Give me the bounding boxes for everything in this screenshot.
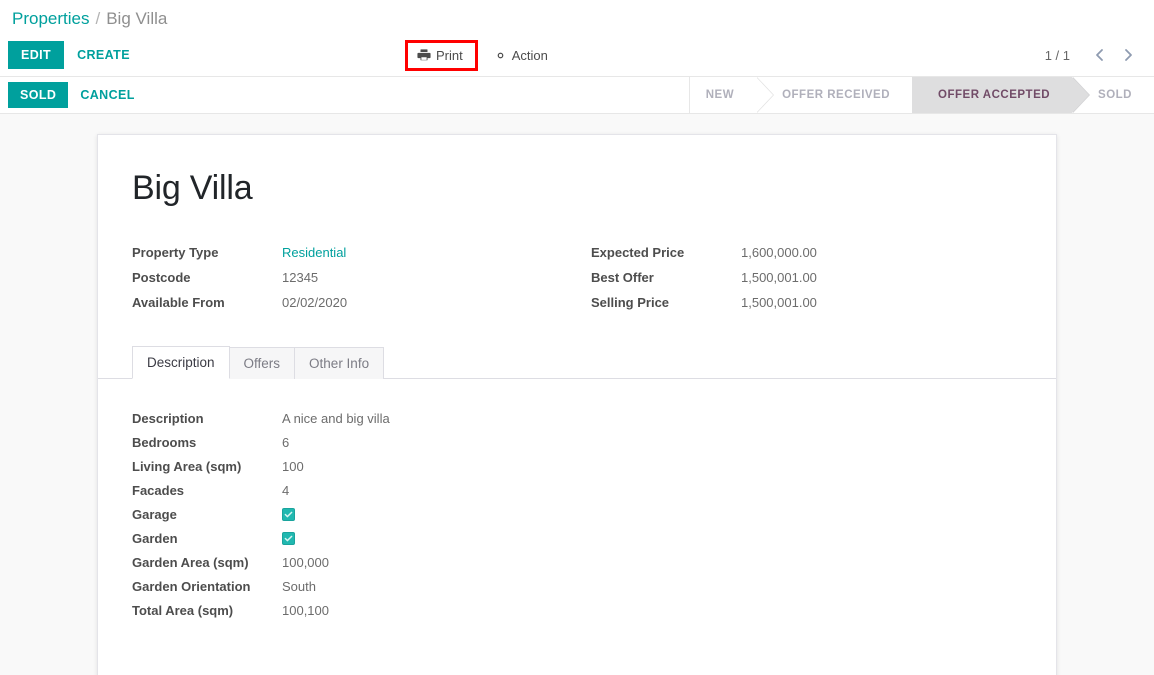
breadcrumb-root-properties[interactable]: Properties <box>12 9 89 29</box>
printer-icon <box>417 48 431 62</box>
field-garden: Garden <box>132 527 1022 551</box>
field-value-garage <box>282 507 295 523</box>
tab-other-info[interactable]: Other Info <box>294 347 384 379</box>
form-sheet: Big Villa Property Type Residential Post… <box>97 134 1057 675</box>
control-panel-buttons-row: EDIT CREATE Print <box>0 34 1154 77</box>
field-label-bedrooms: Bedrooms <box>132 435 282 451</box>
action-label: Action <box>512 48 548 63</box>
field-value-best-offer: 1,500,001.00 <box>741 270 817 286</box>
stage-offer-accepted[interactable]: OFFER ACCEPTED <box>912 77 1072 113</box>
control-panel: Properties / Big Villa EDIT CREATE Print <box>0 0 1154 114</box>
print-label: Print <box>436 48 463 63</box>
pager-next-button[interactable] <box>1116 43 1140 67</box>
control-panel-dropdowns: Print Action <box>405 34 554 76</box>
field-best-offer: Best Offer 1,500,001.00 <box>591 270 1022 286</box>
page-title: Big Villa <box>132 167 1022 209</box>
cancel-button[interactable]: CANCEL <box>68 82 146 108</box>
field-label-garden-area: Garden Area (sqm) <box>132 555 282 571</box>
pager-previous-button[interactable] <box>1088 43 1112 67</box>
main-field-groups: Property Type Residential Postcode 12345… <box>132 245 1022 320</box>
field-living-area: Living Area (sqm) 100 <box>132 455 1022 479</box>
field-value-selling-price: 1,500,001.00 <box>741 295 817 311</box>
notebook: Description Offers Other Info Descriptio… <box>98 346 1056 643</box>
field-bedrooms: Bedrooms 6 <box>132 431 1022 455</box>
sold-button[interactable]: SOLD <box>8 82 68 108</box>
field-label-selling-price: Selling Price <box>591 295 741 311</box>
field-value-facades: 4 <box>282 483 289 499</box>
field-value-garden-area: 100,000 <box>282 555 329 571</box>
status-pipeline: NEW OFFER RECEIVED OFFER ACCEPTED SOLD <box>689 77 1154 113</box>
field-garden-orientation: Garden Orientation South <box>132 575 1022 599</box>
action-button[interactable]: Action <box>488 45 554 66</box>
edit-button[interactable]: EDIT <box>8 41 64 69</box>
field-postcode: Postcode 12345 <box>132 270 577 286</box>
field-label-garage: Garage <box>132 507 282 523</box>
field-value-description: A nice and big villa <box>282 411 390 427</box>
status-bar: SOLD CANCEL NEW OFFER RECEIVED OFFER ACC… <box>0 77 1154 114</box>
gear-icon <box>494 49 507 62</box>
field-value-garden <box>282 531 295 547</box>
field-facades: Facades 4 <box>132 479 1022 503</box>
field-label-expected-price: Expected Price <box>591 245 741 261</box>
field-selling-price: Selling Price 1,500,001.00 <box>591 295 1022 311</box>
garden-checkbox[interactable] <box>282 532 295 545</box>
field-value-expected-price: 1,600,000.00 <box>741 245 817 261</box>
print-button[interactable]: Print <box>411 45 469 66</box>
pager: 1 / 1 <box>1045 34 1140 76</box>
notebook-page-description: Description A nice and big villa Bedroom… <box>98 379 1056 643</box>
stage-offer-received[interactable]: OFFER RECEIVED <box>756 77 912 113</box>
breadcrumb-separator: / <box>95 9 100 29</box>
field-group-left: Property Type Residential Postcode 12345… <box>132 245 577 320</box>
status-bar-buttons: SOLD CANCEL <box>8 77 147 113</box>
field-label-garden-orientation: Garden Orientation <box>132 579 282 595</box>
breadcrumb: Properties / Big Villa <box>0 0 1154 34</box>
notebook-tabs: Description Offers Other Info <box>98 346 1056 379</box>
breadcrumb-current-record: Big Villa <box>106 9 167 29</box>
tab-description[interactable]: Description <box>132 346 230 379</box>
tab-offers[interactable]: Offers <box>229 347 296 379</box>
print-highlight-box: Print <box>405 40 478 71</box>
stage-new[interactable]: NEW <box>690 77 756 113</box>
field-garden-area: Garden Area (sqm) 100,000 <box>132 551 1022 575</box>
field-label-description: Description <box>132 411 282 427</box>
field-total-area: Total Area (sqm) 100,100 <box>132 599 1022 623</box>
field-value-bedrooms: 6 <box>282 435 289 451</box>
field-expected-price: Expected Price 1,600,000.00 <box>591 245 1022 261</box>
field-label-available-from: Available From <box>132 295 282 311</box>
field-description: Description A nice and big villa <box>132 407 1022 431</box>
field-garage: Garage <box>132 503 1022 527</box>
garage-checkbox[interactable] <box>282 508 295 521</box>
field-label-facades: Facades <box>132 483 282 499</box>
field-group-right: Expected Price 1,600,000.00 Best Offer 1… <box>577 245 1022 320</box>
pager-count: 1 / 1 <box>1045 48 1070 63</box>
field-value-available-from: 02/02/2020 <box>282 295 347 311</box>
field-label-total-area: Total Area (sqm) <box>132 603 282 619</box>
field-value-living-area: 100 <box>282 459 304 475</box>
field-label-best-offer: Best Offer <box>591 270 741 286</box>
field-value-total-area: 100,100 <box>282 603 329 619</box>
field-value-postcode: 12345 <box>282 270 318 286</box>
field-property-type: Property Type Residential <box>132 245 577 261</box>
field-label-living-area: Living Area (sqm) <box>132 459 282 475</box>
field-label-garden: Garden <box>132 531 282 547</box>
create-button[interactable]: CREATE <box>64 41 143 69</box>
field-label-postcode: Postcode <box>132 270 282 286</box>
field-label-property-type: Property Type <box>132 245 282 261</box>
field-available-from: Available From 02/02/2020 <box>132 295 577 311</box>
field-value-garden-orientation: South <box>282 579 316 595</box>
form-background: Big Villa Property Type Residential Post… <box>0 114 1154 675</box>
field-value-property-type[interactable]: Residential <box>282 245 346 261</box>
